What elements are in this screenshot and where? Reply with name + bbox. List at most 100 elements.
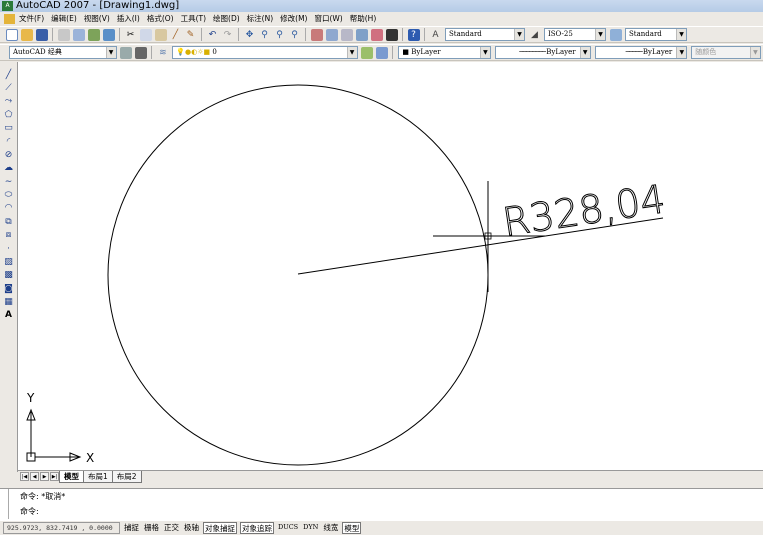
next-tab-icon[interactable]: ▶ [40,472,49,481]
ucs-icon: Y X [26,391,94,465]
print-icon[interactable] [57,28,70,41]
menu-format[interactable]: 格式(O) [147,13,174,24]
arc-icon[interactable]: ◜ [3,136,15,148]
lineweight-toggle[interactable]: 线宽 [322,522,339,534]
properties-icon[interactable] [310,28,323,41]
linetype-select[interactable]: ──────── ByLayer ▼ [494,46,591,59]
menu-file[interactable]: 文件(F) [19,13,44,24]
menu-edit[interactable]: 编辑(E) [51,13,77,24]
open-icon[interactable] [20,28,33,41]
text-style-select[interactable]: Standard ▼ [445,28,525,41]
dimension-text[interactable]: R328,04 [499,177,668,247]
copy-icon[interactable] [139,28,152,41]
drawing-svg: R328,04 Y X [26,84,669,466]
first-tab-icon[interactable]: |◀ [20,472,29,481]
menu-draw[interactable]: 绘图(D) [213,13,240,24]
coordinates-readout[interactable]: 925.9723, 832.7419 , 0.0000 [3,522,120,534]
polygon-icon[interactable]: ⬠ [3,109,15,121]
zoom-window-icon[interactable]: ⚲ [274,29,286,41]
circle-entity[interactable] [107,84,489,466]
insert-block-icon[interactable]: ⧉ [3,216,15,228]
tab-layout1[interactable]: 布局1 [83,470,113,483]
menu-view[interactable]: 视图(V) [84,13,110,24]
draw-toolbar: ╱ ⟋ ⤳ ⬠ ▭ ◜ ⊘ ☁ ∼ ⬭ ◠ ⧉ ⧈ · ▨ ▩ ◙ ▦ A [0,62,18,472]
layer-previous-icon[interactable] [375,46,388,59]
menu-modify[interactable]: 修改(M) [280,13,307,24]
publish-icon[interactable] [87,28,100,41]
point-icon[interactable]: · [3,243,15,255]
polyline-icon[interactable]: ⤳ [3,95,15,107]
menu-tools[interactable]: 工具(T) [181,13,206,24]
redo-icon[interactable]: ↷ [222,29,234,41]
menu-insert[interactable]: 插入(I) [117,13,140,24]
drawing-canvas[interactable]: R328,04 Y X [18,62,763,470]
tool-palettes-icon[interactable] [340,28,353,41]
make-block-icon[interactable]: ⧈ [3,229,15,241]
color-swatch: ■ [402,48,412,56]
region-icon[interactable]: ◙ [3,283,15,295]
tab-model[interactable]: 模型 [59,470,84,483]
dyn-toggle[interactable]: DYN [302,522,319,534]
ellipse-icon[interactable]: ⬭ [3,189,15,201]
tab-layout2[interactable]: 布局2 [111,470,142,483]
hatch-icon[interactable]: ▨ [3,256,15,268]
construction-line-icon[interactable]: ⟋ [3,82,15,94]
command-input[interactable]: 命令: [8,504,763,519]
new-icon[interactable] [5,28,18,41]
otrack-toggle[interactable]: 对象追踪 [240,522,274,534]
plot-icon[interactable] [102,28,115,41]
table-style-select[interactable]: Standard ▼ [625,28,687,41]
ellipse-arc-icon[interactable]: ◠ [3,202,15,214]
spline-icon[interactable]: ∼ [3,176,15,188]
prev-tab-icon[interactable]: ◀ [30,472,39,481]
markup-icon[interactable] [370,28,383,41]
paste-icon[interactable] [154,28,167,41]
design-center-icon[interactable] [325,28,338,41]
chevron-down-icon: ▼ [676,29,686,40]
gradient-icon[interactable]: ▩ [3,269,15,281]
cut-icon[interactable]: ✂ [125,29,137,41]
model-toggle[interactable]: 模型 [342,522,362,534]
menu-window[interactable]: 窗口(W) [314,13,342,24]
command-window[interactable]: 命令: *取消* 命令: [0,488,763,521]
preview-icon[interactable] [72,28,85,41]
window-title: AutoCAD 2007 - [Drawing1.dwg] [16,0,180,11]
workspace-select[interactable]: AutoCAD 经典 ▼ [9,46,117,59]
make-current-layer-icon[interactable] [361,46,373,59]
grid-toggle[interactable]: 栅格 [143,522,160,534]
workspace-settings-icon[interactable] [120,46,132,59]
polar-toggle[interactable]: 极轴 [183,522,200,534]
last-tab-icon[interactable]: ▶| [50,472,59,481]
calculator-icon[interactable] [385,28,398,41]
pan-icon[interactable]: ✥ [244,29,256,41]
osnap-toggle[interactable]: 对象捕捉 [203,522,237,534]
save-icon[interactable] [35,28,48,41]
snap-toggle[interactable]: 捕捉 [123,522,140,534]
circle-icon[interactable]: ⊘ [3,149,15,161]
menu-help[interactable]: 帮助(H) [350,13,377,24]
document-icon[interactable] [4,13,15,24]
ducs-toggle[interactable]: DUCS [277,522,299,534]
color-select[interactable]: ■ ByLayer ▼ [398,46,491,59]
layers-properties-toolbar: AutoCAD 经典 ▼ ≋ 💡●◐☼■ 0 ▼ ■ ByLayer ▼ ──────… [0,44,763,61]
menu-dimension[interactable]: 标注(N) [247,13,273,24]
table-icon[interactable]: ▦ [3,296,15,308]
ortho-toggle[interactable]: 正交 [163,522,180,534]
block-editor-icon[interactable]: ✎ [185,29,197,41]
undo-icon[interactable]: ↶ [207,29,219,41]
status-bar: 925.9723, 832.7419 , 0.0000 捕捉 栅格 正交 极轴 … [0,521,763,535]
layer-select[interactable]: 💡●◐☼■ 0 ▼ [172,46,358,59]
layer-manager-icon[interactable]: ≋ [157,47,169,59]
lineweight-select[interactable]: ───── ByLayer ▼ [594,46,688,59]
zoom-previous-icon[interactable]: ⚲ [289,29,301,41]
workspace-save-icon[interactable] [134,46,147,59]
help-icon[interactable]: ? [407,28,420,41]
revision-cloud-icon[interactable]: ☁ [3,162,15,174]
line-icon[interactable]: ╱ [3,69,15,81]
sheet-set-icon[interactable] [355,28,368,41]
zoom-realtime-icon[interactable]: ⚲ [259,29,271,41]
dim-style-select[interactable]: ISO-25 ▼ [544,28,606,41]
rectangle-icon[interactable]: ▭ [3,122,15,134]
match-properties-icon[interactable]: ╱ [170,29,182,41]
multiline-text-icon[interactable]: A [3,309,15,321]
